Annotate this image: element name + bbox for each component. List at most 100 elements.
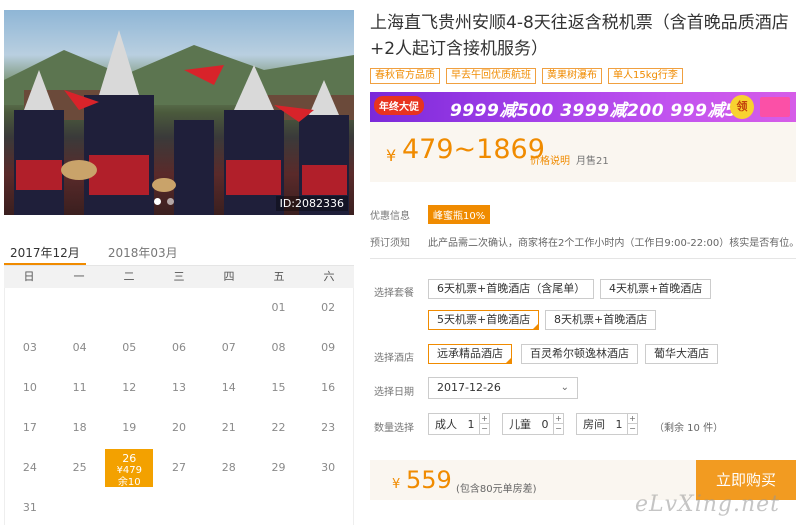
package-label: 选择套餐 (374, 288, 414, 299)
room-value[interactable]: 1 (611, 418, 627, 431)
calendar-day[interactable]: 06 (154, 328, 204, 368)
promo-banner[interactable]: 年终大促 9999减500 3999减200 999减50 领 (370, 92, 796, 122)
adult-stepper-buttons: + − (479, 414, 489, 434)
calendar-day[interactable]: 09 (303, 328, 353, 368)
calendar-empty-cell (204, 288, 254, 328)
promo-badge: 年终大促 (374, 96, 424, 115)
calendar-day[interactable]: 10 (5, 368, 55, 408)
package-option-6day[interactable]: 6天机票+首晚酒店（含尾单） (428, 279, 595, 299)
increment-icon[interactable]: + (628, 414, 637, 424)
calendar-day[interactable]: 13 (154, 368, 204, 408)
calendar-day[interactable]: 03 (5, 328, 55, 368)
increment-icon[interactable]: + (554, 414, 563, 424)
package-option-4day[interactable]: 4天机票+首晚酒店 (600, 279, 712, 299)
notice-label: 预订须知 (370, 238, 410, 249)
calendar-day[interactable]: 29 (254, 448, 304, 488)
calendar-week-row: 24 25 26 ¥479 余10 27 28 29 30 (5, 448, 353, 488)
product-hero-image[interactable]: ID:2082336 (4, 10, 354, 215)
calendar-empty-cell (154, 488, 204, 525)
calendar-day[interactable]: 17 (5, 408, 55, 448)
total-price: 559 (406, 466, 452, 494)
calendar-day[interactable]: 07 (204, 328, 254, 368)
package-option-5day[interactable]: 5天机票+首晚酒店 (428, 310, 540, 330)
product-title: 上海直飞贵州安顺4-8天往返含税机票（含首晚品质酒店+2人起订含接机服务） (370, 13, 789, 59)
calendar-weekday-header: 日 一 二 三 四 五 六 (4, 266, 354, 288)
decrement-icon[interactable]: − (628, 424, 637, 434)
calendar-day[interactable]: 25 (55, 448, 105, 488)
calendar-day[interactable]: 02 (303, 288, 353, 328)
hotel-option-puhua[interactable]: 葡华大酒店 (645, 344, 718, 364)
calendar-day[interactable]: 04 (55, 328, 105, 368)
total-note: (包含80元单房差) (456, 484, 537, 495)
weekday-label: 日 (23, 270, 35, 283)
discount-badge: 峰蜜瓶10% (428, 205, 491, 224)
adult-label: 成人 (435, 418, 457, 431)
calendar-day[interactable]: 22 (254, 408, 304, 448)
remaining-stock: （剩余 10 件） (654, 423, 724, 434)
discount-row: 优惠信息 峰蜜瓶10% (370, 205, 491, 224)
calendar-day[interactable]: 08 (254, 328, 304, 368)
calendar-empty-cell (254, 488, 304, 525)
calendar-day[interactable]: 30 (303, 448, 353, 488)
adult-value[interactable]: 1 (463, 418, 479, 431)
hotel-option-yuancheng[interactable]: 远承精品酒店 (428, 344, 512, 364)
hotel-option-hilton[interactable]: 百灵希尔顿逸林酒店 (521, 344, 638, 364)
calendar-day-selected[interactable]: 26 ¥479 余10 (105, 449, 154, 488)
total-currency: ¥ (392, 477, 401, 492)
hotel-label: 选择酒店 (374, 353, 414, 364)
calendar-day[interactable]: 14 (204, 368, 254, 408)
calendar-day[interactable]: 01 (254, 288, 304, 328)
calendar-day[interactable]: 18 (55, 408, 105, 448)
package-option-8day[interactable]: 8天机票+首晚酒店 (545, 310, 657, 330)
calendar-week-row: 01 02 (5, 288, 353, 328)
promo-text: 9999减500 3999减200 999减50 (450, 101, 750, 121)
calendar-day[interactable]: 31 (5, 488, 55, 525)
price-explain-link[interactable]: 价格说明 (530, 152, 570, 167)
child-value[interactable]: 0 (537, 418, 553, 431)
site-watermark: eLvXing.net (634, 492, 780, 517)
child-stepper[interactable]: 儿童 0 + − (502, 413, 564, 435)
calendar-empty-cell (104, 488, 154, 525)
section-divider (370, 258, 796, 259)
adult-stepper[interactable]: 成人 1 + − (428, 413, 490, 435)
calendar-day[interactable]: 21 (204, 408, 254, 448)
increment-icon[interactable]: + (480, 414, 489, 424)
decrement-icon[interactable]: − (554, 424, 563, 434)
calendar-day[interactable]: 16 (303, 368, 353, 408)
calendar-day[interactable]: 23 (303, 408, 353, 448)
weekday-label: 五 (273, 270, 285, 283)
tab-month-2018-03[interactable]: 2018年03月 (102, 240, 184, 265)
calendar-day[interactable]: 12 (104, 368, 154, 408)
calendar-week-row: 17 18 19 20 21 22 23 (5, 408, 353, 448)
calendar-day[interactable]: 19 (104, 408, 154, 448)
calendar-empty-cell (55, 488, 105, 525)
calendar-week-row: 10 11 12 13 14 15 16 (5, 368, 353, 408)
date-select[interactable]: 2017-12-26 ⌄ (428, 377, 578, 399)
calendar-day[interactable]: 27 (154, 448, 204, 488)
product-tag: 春秋官方品质 (370, 68, 440, 84)
tab-month-2017-12[interactable]: 2017年12月 (4, 240, 86, 265)
calendar-day[interactable]: 15 (254, 368, 304, 408)
calendar-empty-cell (104, 288, 154, 328)
calendar-empty-cell (154, 288, 204, 328)
calendar-day[interactable]: 11 (55, 368, 105, 408)
carousel-dot[interactable] (167, 198, 174, 205)
room-stepper[interactable]: 房间 1 + − (576, 413, 638, 435)
carousel-dot[interactable] (154, 198, 161, 205)
calendar-day[interactable]: 28 (204, 448, 254, 488)
calendar-day[interactable]: 24 (5, 448, 55, 488)
price-currency: ¥ (386, 146, 397, 165)
calendar-day[interactable]: 20 (154, 408, 204, 448)
notice-row: 预订须知 此产品需二次确认，商家将在2个工作小时内（工作日9:00-22:00）… (370, 234, 799, 249)
claim-coupon-icon[interactable]: 领 (730, 95, 754, 119)
hero-carousel-dots[interactable] (154, 198, 174, 205)
date-label: 选择日期 (374, 387, 414, 398)
room-stepper-buttons: + − (627, 414, 637, 434)
monthly-sales: 月售21 (576, 156, 609, 167)
quantity-label: 数量选择 (374, 423, 414, 434)
chevron-down-icon: ⌄ (560, 382, 569, 393)
calendar-day-number: 26 (122, 452, 137, 465)
decrement-icon[interactable]: − (480, 424, 489, 434)
product-tag: 单人15kg行李 (608, 68, 683, 84)
calendar-day[interactable]: 05 (104, 328, 154, 368)
